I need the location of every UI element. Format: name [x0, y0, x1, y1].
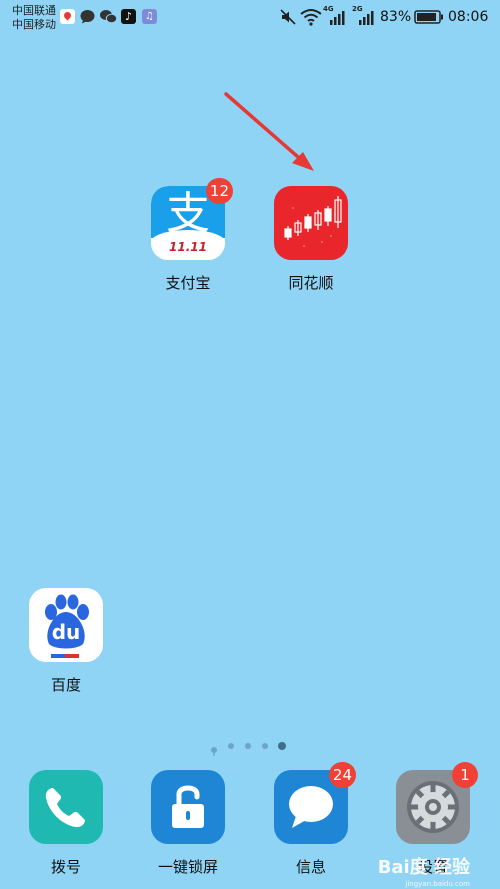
battery-percent: 83% [380, 9, 412, 25]
battery-icon [414, 10, 443, 24]
page-dot[interactable] [262, 743, 268, 749]
alipay-banner-text: 11.11 [169, 240, 207, 254]
lock-label: 一键锁屏 [157, 858, 218, 876]
music-notification-icon: ♫ [142, 9, 157, 24]
carrier-label-1: 中国联通 [12, 4, 56, 17]
annotation-arrow [224, 92, 314, 171]
tonghuashun-icon [274, 186, 348, 260]
page-dot-active[interactable] [278, 742, 286, 750]
chat-notification-icon [80, 9, 95, 24]
baidu-glyph: du [51, 620, 81, 644]
baidu-label: 百度 [50, 676, 81, 694]
phone-label: 拨号 [50, 858, 81, 876]
status-bar: 中国联通 中国移动 ♪ ♫ 4G 2G 83% 08:06 [0, 0, 500, 36]
app-tonghuashun[interactable]: 同花顺 [256, 186, 366, 293]
messages-badge: 24 [328, 762, 356, 788]
app-baidu[interactable]: du 百度 [11, 588, 121, 695]
phone-icon [45, 788, 87, 828]
wechat-notification-icon [100, 9, 118, 24]
phone-tile [29, 770, 103, 844]
padlock-icon [172, 785, 204, 828]
tonghuashun-label: 同花顺 [288, 274, 334, 292]
wifi-icon [300, 9, 322, 26]
settings-badge: 1 [452, 762, 478, 788]
mute-icon [280, 9, 296, 25]
messages-label: 信息 [295, 858, 326, 876]
page-dot[interactable] [245, 743, 251, 749]
page-dot[interactable] [228, 743, 234, 749]
alipay-badge: 12 [205, 178, 233, 204]
dock-phone[interactable]: 拨号 [11, 770, 121, 877]
dock-messages[interactable]: 24 信息 [256, 762, 366, 877]
watermark: Bai度 经验 [377, 857, 470, 878]
baidu-icon: du [29, 588, 103, 662]
alipay-label: 支付宝 [165, 274, 211, 292]
carrier-label-2: 中国移动 [12, 18, 56, 31]
signal-icon-2 [359, 11, 374, 25]
clock: 08:06 [448, 9, 489, 25]
watermark-url: jingyan.baidu.com [405, 880, 470, 888]
lock-tile [151, 770, 225, 844]
page-indicator[interactable] [210, 741, 295, 756]
home-indicator-icon [210, 741, 218, 756]
dock-lock-screen[interactable]: 一键锁屏 [133, 770, 243, 877]
tiktok-notification-icon: ♪ [121, 9, 136, 24]
app-alipay[interactable]: 支 11.11 12 支付宝 [133, 178, 243, 293]
signal-icon-1 [330, 11, 345, 25]
maps-notification-icon [60, 9, 75, 24]
